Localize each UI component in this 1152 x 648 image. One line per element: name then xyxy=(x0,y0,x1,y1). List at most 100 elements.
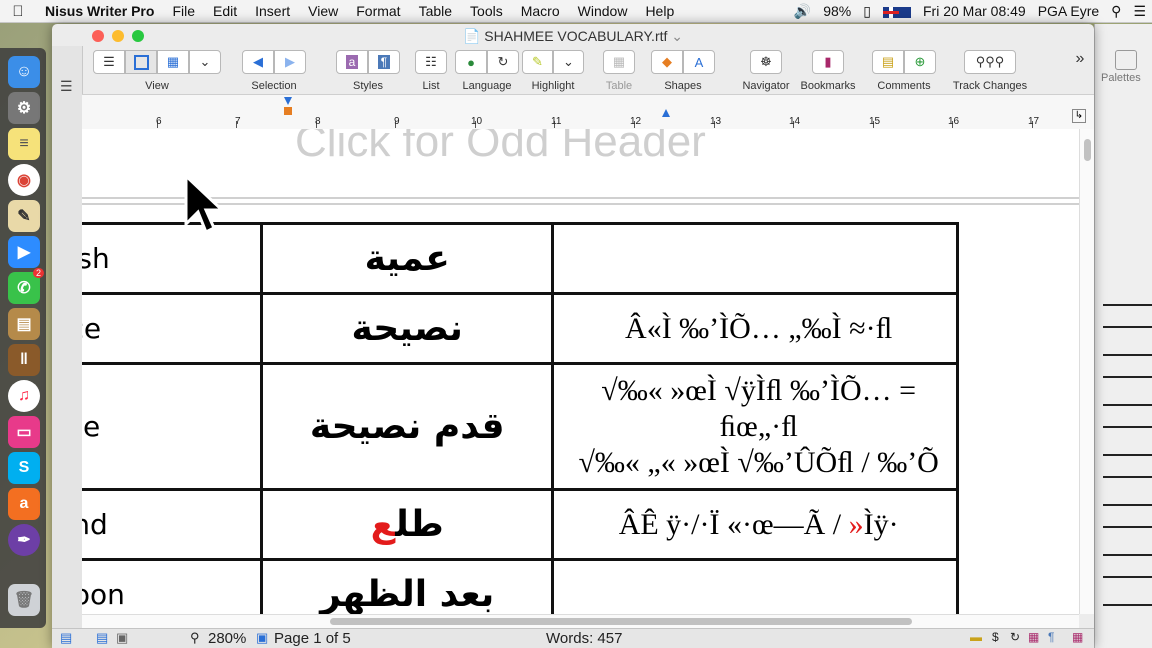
highlight-menu-chevron-icon[interactable]: ⌄ xyxy=(553,50,584,74)
first-line-indent-marker[interactable] xyxy=(284,97,292,105)
arabic-cell[interactable]: طلع xyxy=(260,488,555,561)
view-sidebar-button[interactable]: ☰ xyxy=(93,50,125,74)
page-indicator[interactable]: Page 1 of 5 xyxy=(274,630,351,647)
menu-macro[interactable]: Macro xyxy=(512,3,569,19)
draft-view-button[interactable]: ▦ xyxy=(157,50,189,74)
selection-forward-icon[interactable]: ▶ xyxy=(274,50,306,74)
zoom-magnifier-icon[interactable]: ⚲ xyxy=(190,630,200,646)
itunes-icon[interactable]: ♫ xyxy=(8,380,40,412)
arabic-cell[interactable]: عمية xyxy=(260,222,555,295)
system-preferences-icon[interactable]: ⚙ xyxy=(8,92,40,124)
word-count[interactable]: Words: 457 xyxy=(546,630,622,647)
palettes-icon[interactable] xyxy=(1115,50,1137,70)
zoom-icon[interactable]: ▶ xyxy=(8,236,40,268)
minimize-window-button[interactable] xyxy=(112,30,124,42)
horizontal-scroll-thumb[interactable] xyxy=(330,618,912,625)
horizontal-scrollbar[interactable] xyxy=(82,614,1079,629)
track-changes-evolution-icon[interactable]: ⚲⚲⚲ xyxy=(964,50,1016,74)
comments-icon[interactable]: ▤ xyxy=(872,50,904,74)
menu-insert[interactable]: Insert xyxy=(246,3,299,19)
document-page[interactable]: Click for Odd Header glish عمية vice نصي… xyxy=(82,129,1079,614)
spotlight-search-icon[interactable]: ⚲ xyxy=(1105,3,1127,20)
split-view-icon[interactable]: ▤ xyxy=(60,630,72,646)
page-thumbnail-icon[interactable]: ▣ xyxy=(116,630,128,646)
user-name[interactable]: PGA Eyre xyxy=(1032,3,1105,19)
avast-icon[interactable]: a xyxy=(8,488,40,520)
page-layout-icon[interactable]: ▤ xyxy=(96,630,108,646)
character-style-icon[interactable]: a xyxy=(336,50,368,74)
phonetic-cell[interactable]: Â«Ì ‰’ÌÕ… „‰Ì ≈·ﬂ xyxy=(551,292,959,365)
title-chevron-icon[interactable]: ⌄ xyxy=(671,28,683,44)
apple-menu-icon[interactable]:  xyxy=(0,3,36,20)
arabic-cell[interactable]: نصيحة xyxy=(260,292,555,365)
arabic-cell[interactable]: بعد الظهر xyxy=(260,558,555,614)
view-menu-chevron-icon[interactable]: ⌄ xyxy=(189,50,221,74)
script-editor-icon[interactable]: ✎ xyxy=(8,200,40,232)
english-cell[interactable]: rnoon xyxy=(82,558,264,614)
menu-format[interactable]: Format xyxy=(347,3,409,19)
battery-percent[interactable]: 98% xyxy=(817,3,857,19)
refresh-status-icon[interactable]: ↻ xyxy=(1010,630,1020,644)
currency-icon[interactable]: $ xyxy=(992,630,999,644)
vocabulary-table[interactable]: glish عمية vice نصيحة Â«Ì ‰’ÌÕ… „‰Ì ≈·ﬂ … xyxy=(82,222,959,614)
bookmark-status-icon[interactable]: ▦ xyxy=(1028,630,1039,644)
menu-window[interactable]: Window xyxy=(569,3,637,19)
volume-icon[interactable]: 🔊 xyxy=(788,3,817,20)
zoom-level[interactable]: 280% xyxy=(208,630,246,647)
language-globe-icon[interactable]: ● xyxy=(455,50,487,74)
english-cell[interactable]: tend xyxy=(82,488,264,561)
window-title[interactable]: SHAHMEE VOCABULARY.rtf xyxy=(484,28,667,44)
shapes-icon[interactable]: ◆ xyxy=(651,50,683,74)
app-menu[interactable]: Nisus Writer Pro xyxy=(36,3,163,19)
ruler-tab-type-icon[interactable]: ↳ xyxy=(1072,109,1086,123)
menu-view[interactable]: View xyxy=(299,3,347,19)
vertical-scrollbar[interactable] xyxy=(1079,129,1094,614)
paragraph-style-icon[interactable]: ¶ xyxy=(368,50,400,74)
add-comment-icon[interactable]: ⊕ xyxy=(904,50,936,74)
facetime-icon[interactable]: ✆ 2 xyxy=(8,268,44,304)
input-source-flag-icon[interactable] xyxy=(877,3,917,19)
toolbar-overflow-icon[interactable]: » xyxy=(1070,50,1090,68)
page-view-button[interactable] xyxy=(125,50,157,74)
text-box-icon[interactable]: A xyxy=(683,50,715,74)
trash-icon[interactable]: 🗑 xyxy=(8,584,40,616)
close-window-button[interactable] xyxy=(92,30,104,42)
left-indent-marker[interactable] xyxy=(284,107,292,115)
finder-icon[interactable]: ☺ xyxy=(8,56,40,88)
chrome-icon[interactable]: ◉ xyxy=(8,164,40,196)
phonetic-cell[interactable]: √‰« »œÌ √ÿÌﬂ ‰’ÌÕ… = ﬁœ„·ﬂ √‰« „« »œÌ √‰… xyxy=(551,362,959,491)
tab-stop-marker[interactable] xyxy=(662,109,670,117)
menu-table[interactable]: Table xyxy=(410,3,461,19)
vertical-scroll-thumb[interactable] xyxy=(1084,139,1091,161)
highlight-marker-icon[interactable]: ✎ xyxy=(522,50,553,74)
battery-icon[interactable]: ▯ xyxy=(857,3,877,20)
phonetic-cell[interactable] xyxy=(551,222,959,295)
list-icon[interactable]: ☷ xyxy=(415,50,447,74)
notes-icon[interactable]: ≡ xyxy=(8,128,40,160)
language-refresh-icon[interactable]: ↻ xyxy=(487,50,519,74)
selection-back-icon[interactable]: ◀ xyxy=(242,50,274,74)
ruler[interactable]: 6 7 8 9 10 11 12 13 14 15 16 17 ↳ xyxy=(82,94,1094,130)
english-cell[interactable]: vise xyxy=(82,362,264,491)
style-status-icon[interactable]: ▦ xyxy=(1072,630,1083,644)
menu-tools[interactable]: Tools xyxy=(461,3,512,19)
menu-edit[interactable]: Edit xyxy=(204,3,246,19)
paragraph-status-icon[interactable]: ¶ xyxy=(1048,630,1054,644)
odd-header-placeholder[interactable]: Click for Odd Header xyxy=(295,129,706,167)
keynote-icon[interactable]: ▭ xyxy=(8,416,40,448)
bookmark-icon[interactable]: ▮ xyxy=(812,50,844,74)
arabic-cell[interactable]: قدم نصيحة xyxy=(260,362,555,491)
skype-icon[interactable]: S xyxy=(8,452,40,484)
english-cell[interactable]: glish xyxy=(82,222,264,295)
menu-help[interactable]: Help xyxy=(636,3,683,19)
clock[interactable]: Fri 20 Mar 08:49 xyxy=(917,3,1032,19)
notification-center-icon[interactable]: ☰ xyxy=(1127,3,1152,20)
menu-file[interactable]: File xyxy=(163,3,204,19)
nisus-writer-icon[interactable]: ✒ xyxy=(8,524,40,556)
contacts-icon[interactable]: ▤ xyxy=(8,308,40,340)
zoom-window-button[interactable] xyxy=(132,30,144,42)
navigator-wheel-icon[interactable]: ☸ xyxy=(750,50,782,74)
phonetic-cell[interactable]: ÂÊ ÿ·/·Ï «·œ—Ã / »Ìÿ· xyxy=(551,488,959,561)
english-cell[interactable]: vice xyxy=(82,292,264,365)
phonetic-cell[interactable] xyxy=(551,558,959,614)
